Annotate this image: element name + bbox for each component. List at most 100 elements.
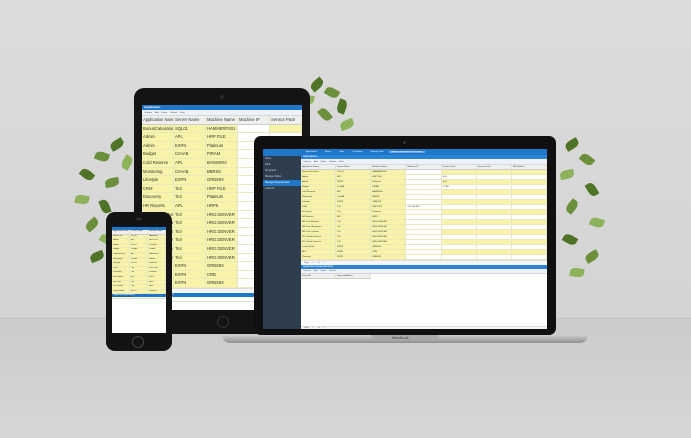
- bottom-refresh-button[interactable]: Refresh: [329, 270, 336, 272]
- column-header[interactable]: RequestedBefore: [336, 274, 371, 279]
- table-cell: BBRS8: [206, 167, 238, 177]
- table-cell: CRM: [142, 184, 174, 194]
- table-cell: HRG.DENVER: [206, 253, 238, 263]
- nav-tab[interactable]: Manage Dependencies Sample: [388, 151, 426, 153]
- table-cell: HRP5: [206, 201, 238, 211]
- tablet-delete-button[interactable]: Delete: [161, 112, 167, 114]
- table-cell: BonusCalculation: [142, 124, 174, 134]
- table-cell: HAMMERFS01: [206, 124, 238, 134]
- bottom-columns-button[interactable]: Columns: [303, 270, 311, 272]
- table-cell: GRBS9X: [148, 289, 166, 295]
- column-header[interactable]: Machine Name: [206, 116, 238, 125]
- tablet-filter-button[interactable]: Filter: [180, 112, 184, 114]
- table-cell: Tiol: [174, 244, 206, 254]
- table-cell: HRG.DENVER: [206, 236, 238, 245]
- table-cell: Cold Reserve: [142, 158, 174, 168]
- table-cell: GRBS9X: [206, 279, 238, 288]
- nav-tab[interactable]: Table: [336, 151, 347, 153]
- table-cell: Tiol: [174, 236, 206, 245]
- tablet-columns-button[interactable]: Columns: [144, 112, 152, 114]
- table-cell: Platinum: [206, 193, 238, 202]
- column-header[interactable]: Application Name: [142, 116, 174, 125]
- pager-label: Page: [304, 262, 309, 264]
- table-row[interactable]: PlanningEXPNGRBS9X: [301, 255, 547, 260]
- phone-home-button[interactable]: [132, 336, 144, 348]
- laptop-columns-button[interactable]: Columns: [303, 161, 311, 163]
- phone-screen: Application Name Server Name Machine Name B…: [112, 227, 166, 333]
- table-cell: EXPN: [174, 279, 206, 288]
- table-cell: APL: [174, 158, 206, 168]
- bottom-add-button[interactable]: Add: [314, 270, 318, 272]
- table-row[interactable]: Lastly ModerEXPNGRBS9X: [112, 289, 166, 295]
- table-cell: GRBS9X: [371, 255, 407, 260]
- column-header[interactable]: Machine IP: [238, 116, 270, 125]
- table-cell: GRBS9X: [206, 176, 238, 185]
- nav-tab[interactable]: Server: [322, 151, 334, 153]
- laptop-device: Home Table Procedure Manage Tables Manage De…: [254, 136, 556, 335]
- laptop-add-button[interactable]: Add: [314, 161, 318, 163]
- laptop-refresh-button[interactable]: Refresh: [329, 161, 336, 163]
- table-cell: BANKERS: [206, 158, 238, 168]
- table-cell: PIRAM: [206, 150, 238, 159]
- pager-of: of: [317, 262, 320, 264]
- table-cell: HRG.DENVER: [206, 227, 238, 237]
- table-cell: HRP FILE: [206, 184, 238, 194]
- table-cell: GRBS9X: [206, 262, 238, 271]
- table-cell: HRG.DENVER: [206, 210, 238, 220]
- table-cell: Tiol: [174, 253, 206, 263]
- sidebar-item[interactable]: Columns: [263, 186, 301, 192]
- laptop-main: Application Server Table Procedure Manage Da…: [301, 149, 547, 329]
- table-cell: CrmAB: [174, 167, 206, 177]
- tablet-camera: [220, 95, 224, 99]
- table-cell: Tiol: [174, 227, 206, 237]
- pager-page-input[interactable]: 1: [313, 327, 314, 329]
- column-header[interactable]: Record ID: [301, 274, 336, 279]
- laptop-data-grid: Application Name Server Name Machine Name M…: [301, 165, 547, 260]
- table-cell: [511, 255, 547, 260]
- table-cell: SQL01: [174, 124, 206, 134]
- table-cell: [406, 255, 442, 260]
- column-header[interactable]: Server Name: [174, 116, 206, 125]
- table-cell: EXPN: [174, 262, 206, 271]
- tablet-refresh-button[interactable]: Refresh: [170, 112, 177, 114]
- table-cell: Monitoring: [142, 167, 174, 177]
- table-cell: Budget: [142, 150, 174, 159]
- table-cell: EXPN: [174, 176, 206, 185]
- laptop-sidebar: Home Table Procedure Manage Tables Manage De…: [263, 149, 301, 329]
- bottom-delete-button[interactable]: Delete: [320, 270, 326, 272]
- table-cell: Admin: [142, 141, 174, 151]
- laptop-bottom-header: Record ID RequestedBefore: [301, 274, 371, 279]
- phone-bottom-row[interactable]: Record ID RequestedBefore: [112, 297, 166, 300]
- table-cell: [238, 124, 270, 134]
- nav-tab[interactable]: Procedure: [349, 151, 365, 153]
- table-cell: EXPN: [174, 141, 206, 151]
- table-cell: [476, 255, 512, 260]
- table-cell: [441, 255, 477, 260]
- table-cell: EXPN: [336, 255, 372, 260]
- laptop-filter-button[interactable]: Filter: [339, 161, 343, 163]
- tablet-add-button[interactable]: Add: [155, 112, 159, 114]
- table-cell: Tiol: [174, 184, 206, 194]
- pager-total: 5: [323, 262, 325, 264]
- nav-tab[interactable]: Application: [303, 151, 320, 153]
- tablet-home-button[interactable]: [217, 316, 229, 328]
- table-cell: Admin: [142, 133, 174, 142]
- table-cell: [270, 124, 302, 134]
- laptop-camera: [403, 141, 406, 144]
- table-cell: Lifestyle: [142, 176, 174, 185]
- table-row[interactable]: BonusCalculation SQL01 HAMMERFS01: [142, 124, 302, 134]
- table-cell: Discovery: [142, 193, 174, 202]
- table-cell: CrmAB: [174, 150, 206, 159]
- scene-background: Application Columns Add Delete Refresh F…: [0, 0, 691, 438]
- table-cell: EXPN: [174, 270, 206, 280]
- pager-page-input[interactable]: 1: [313, 262, 314, 264]
- pager-label: Page: [304, 327, 309, 329]
- table-cell: Platinum: [206, 141, 238, 151]
- column-header[interactable]: Service Pack: [270, 116, 302, 125]
- nav-tab[interactable]: Manage Data: [367, 151, 386, 153]
- grid-header: Application Name Server Name Machine Name M…: [142, 116, 302, 125]
- table-cell: HRG.DENVER: [206, 219, 238, 228]
- laptop-delete-button[interactable]: Delete: [320, 161, 326, 163]
- table-cell: HRG.DENVER: [206, 244, 238, 254]
- phone-device: Application Name Server Name Machine Name B…: [106, 212, 172, 351]
